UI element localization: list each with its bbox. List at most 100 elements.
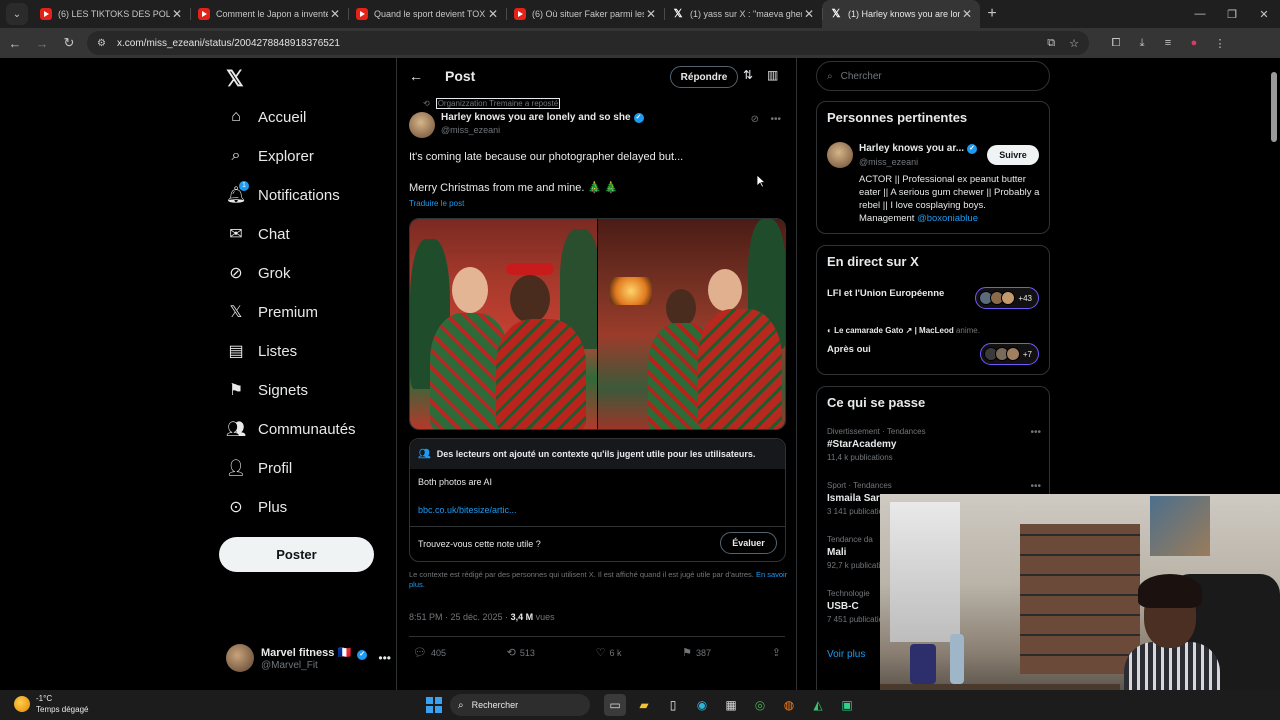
live-participants[interactable]: +43 <box>975 287 1039 309</box>
forward-icon[interactable]: → <box>30 36 54 51</box>
address-bar-row: ← → ↻ ⚙ x.com/miss_ezeani/status/2004278… <box>0 28 1280 58</box>
more-icon[interactable]: ••• <box>770 114 781 125</box>
nav-item-explore[interactable]: ⌕ Explorer <box>226 142 314 170</box>
reading-list-icon[interactable]: ≡ <box>1155 37 1181 49</box>
repost-label[interactable]: Organizzation Tremaine a reposté <box>435 98 561 109</box>
bio-mention-link[interactable]: @boxoniablue <box>917 213 978 224</box>
person-handle[interactable]: @miss_ezeani <box>859 157 918 167</box>
task-view-icon[interactable]: ▭ <box>604 694 626 716</box>
post-timestamp[interactable]: 8:51 PM · 25 déc. 2025 · <box>409 612 511 622</box>
weather-widget[interactable]: -1°C Temps dégagé <box>14 693 88 715</box>
trend-item[interactable]: Divertissement · Tendances #StarAcademy … <box>827 427 1041 462</box>
live-item-title[interactable]: LFI et l'Union Européenne <box>827 288 944 299</box>
nav-item-lists[interactable]: ▤ Listes <box>226 337 297 365</box>
close-window-icon[interactable]: ✕ <box>1248 8 1280 21</box>
close-icon[interactable]: ✕ <box>328 7 342 21</box>
live-item-title[interactable]: Après oui <box>827 344 871 355</box>
post-photo[interactable] <box>598 219 785 429</box>
browser-tab[interactable]: (6) LES TIKTOKS DES POLITIQU✕ <box>32 0 190 28</box>
close-icon[interactable]: ✕ <box>486 7 500 21</box>
comment-icon: 💬︎ <box>413 647 427 659</box>
author-handle[interactable]: @miss_ezeani <box>441 125 644 135</box>
reload-icon[interactable]: ↻ <box>57 35 81 51</box>
reader-view-icon[interactable]: ▥ <box>767 68 778 82</box>
close-icon[interactable]: ✕ <box>802 7 816 21</box>
chrome-icon[interactable]: ◎ <box>749 694 771 716</box>
bookmark-action[interactable]: ⚑ 387 <box>682 646 711 659</box>
app-icon[interactable]: ▣ <box>836 694 858 716</box>
url-field[interactable]: ⚙ x.com/miss_ezeani/status/2004278848918… <box>87 31 1089 55</box>
file-explorer-icon[interactable]: ▰ <box>633 694 655 716</box>
live-participants[interactable]: +7 <box>979 343 1039 365</box>
install-icon[interactable]: ⧉ <box>1047 37 1055 50</box>
tab-search-icon[interactable]: ⌄ <box>6 3 28 25</box>
nav-item-premium[interactable]: 𝕏 Premium <box>226 298 318 326</box>
browser-tab-active[interactable]: 𝕏 (1) Harley knows you are lonely✕ <box>822 0 980 28</box>
rate-note-button[interactable]: Évaluer <box>720 532 777 554</box>
show-more-link[interactable]: Voir plus <box>827 649 865 660</box>
post-photo[interactable] <box>410 219 597 429</box>
nav-item-more[interactable]: ⊙ Plus <box>226 493 287 521</box>
person-name[interactable]: Harley knows you ar... <box>859 143 964 154</box>
nav-label: Plus <box>258 498 288 516</box>
filter-icon[interactable]: ⇅ <box>743 68 753 82</box>
reply-action[interactable]: 💬︎ 405 <box>413 646 446 659</box>
browser-tab[interactable]: Comment le Japon a inventé l'a✕ <box>190 0 348 28</box>
author-name[interactable]: Harley knows you are lonely and so she <box>441 112 631 123</box>
close-icon[interactable]: ✕ <box>644 7 658 21</box>
taskbar-search[interactable]: ⌕ Rechercher <box>450 694 590 716</box>
grok-icon[interactable]: ⊘ <box>751 114 759 125</box>
post-button[interactable]: Poster <box>219 537 374 572</box>
close-icon[interactable]: ✕ <box>960 7 974 21</box>
repost-action[interactable]: ⟲ 513 <box>507 646 535 659</box>
nav-item-notifications[interactable]: 🔔︎ 1 Notifications <box>226 181 340 209</box>
follow-button[interactable]: Suivre <box>987 145 1039 165</box>
more-icon[interactable]: ••• <box>1030 427 1041 438</box>
new-tab-button[interactable]: + <box>980 5 1004 23</box>
reply-button[interactable]: Répondre <box>670 66 738 88</box>
scrollbar-thumb[interactable] <box>1271 72 1277 142</box>
extensions-icon[interactable]: ⧠ <box>1103 37 1129 50</box>
more-icon[interactable]: ••• <box>378 651 391 665</box>
star-icon[interactable]: ☆ <box>1069 37 1079 50</box>
maximize-icon[interactable]: ❐ <box>1216 8 1248 21</box>
nav-item-chat[interactable]: ✉ Chat <box>226 220 289 248</box>
store-icon[interactable]: ▦ <box>720 694 742 716</box>
avatar[interactable] <box>409 112 435 138</box>
avatar[interactable] <box>827 142 853 168</box>
edge-icon[interactable]: ◉ <box>691 694 713 716</box>
windows-start-icon[interactable] <box>426 697 442 713</box>
document-icon[interactable]: ▯ <box>662 694 684 716</box>
close-icon[interactable]: ✕ <box>170 7 184 21</box>
minimize-icon[interactable]: — <box>1184 8 1216 20</box>
tab-title: Comment le Japon a inventé l'a <box>216 9 328 19</box>
browser-tab[interactable]: Quand le sport devient TOXIQU✕ <box>348 0 506 28</box>
x-logo-icon[interactable]: 𝕏 <box>226 66 244 92</box>
back-arrow-icon[interactable]: ← <box>409 68 429 84</box>
app-icon[interactable]: ◭ <box>807 694 829 716</box>
nav-item-profile[interactable]: 👤︎ Profil <box>226 454 292 482</box>
note-source-link[interactable]: bbc.co.uk/bitesize/artic... <box>418 505 517 515</box>
nav-item-grok[interactable]: ⊘ Grok <box>226 259 290 287</box>
share-action[interactable]: ⇪ <box>772 646 785 659</box>
more-icon[interactable]: ••• <box>1030 481 1041 492</box>
trend-posts: 11,4 k publications <box>827 453 893 462</box>
nav-item-bookmarks[interactable]: ⚑ Signets <box>226 376 308 404</box>
back-icon[interactable]: ← <box>3 36 27 51</box>
tab-title: (1) yass sur X : "maeva ghennam <box>690 9 802 19</box>
translate-link[interactable]: Traduire le post <box>409 199 464 208</box>
nav-item-communities[interactable]: 👥︎ Communautés <box>226 415 356 443</box>
browser-tab[interactable]: 𝕏 (1) yass sur X : "maeva ghennam✕ <box>664 0 822 28</box>
profile-icon[interactable]: ● <box>1181 37 1207 49</box>
firefox-icon[interactable]: ◍ <box>778 694 800 716</box>
search-input[interactable]: ⌕ Chercher <box>816 61 1050 91</box>
like-action[interactable]: ♡ 6 k <box>596 646 622 659</box>
site-info-icon[interactable]: ⚙ <box>97 38 111 49</box>
nav-item-home[interactable]: ⌂ Accueil <box>226 103 306 131</box>
host-name[interactable]: Le camarade Gato ↗ | MacLeod <box>834 326 954 335</box>
menu-icon[interactable]: ⋮ <box>1207 37 1233 50</box>
account-switcher[interactable]: Marvel fitness 🇫🇷 ✓ @Marvel_Fit ••• <box>226 642 391 674</box>
download-icon[interactable]: ⤓ <box>1129 37 1155 50</box>
browser-tab[interactable]: (6) Où situer Faker parmi les lég✕ <box>506 0 664 28</box>
bookmark-icon: ⚑ <box>228 382 244 399</box>
